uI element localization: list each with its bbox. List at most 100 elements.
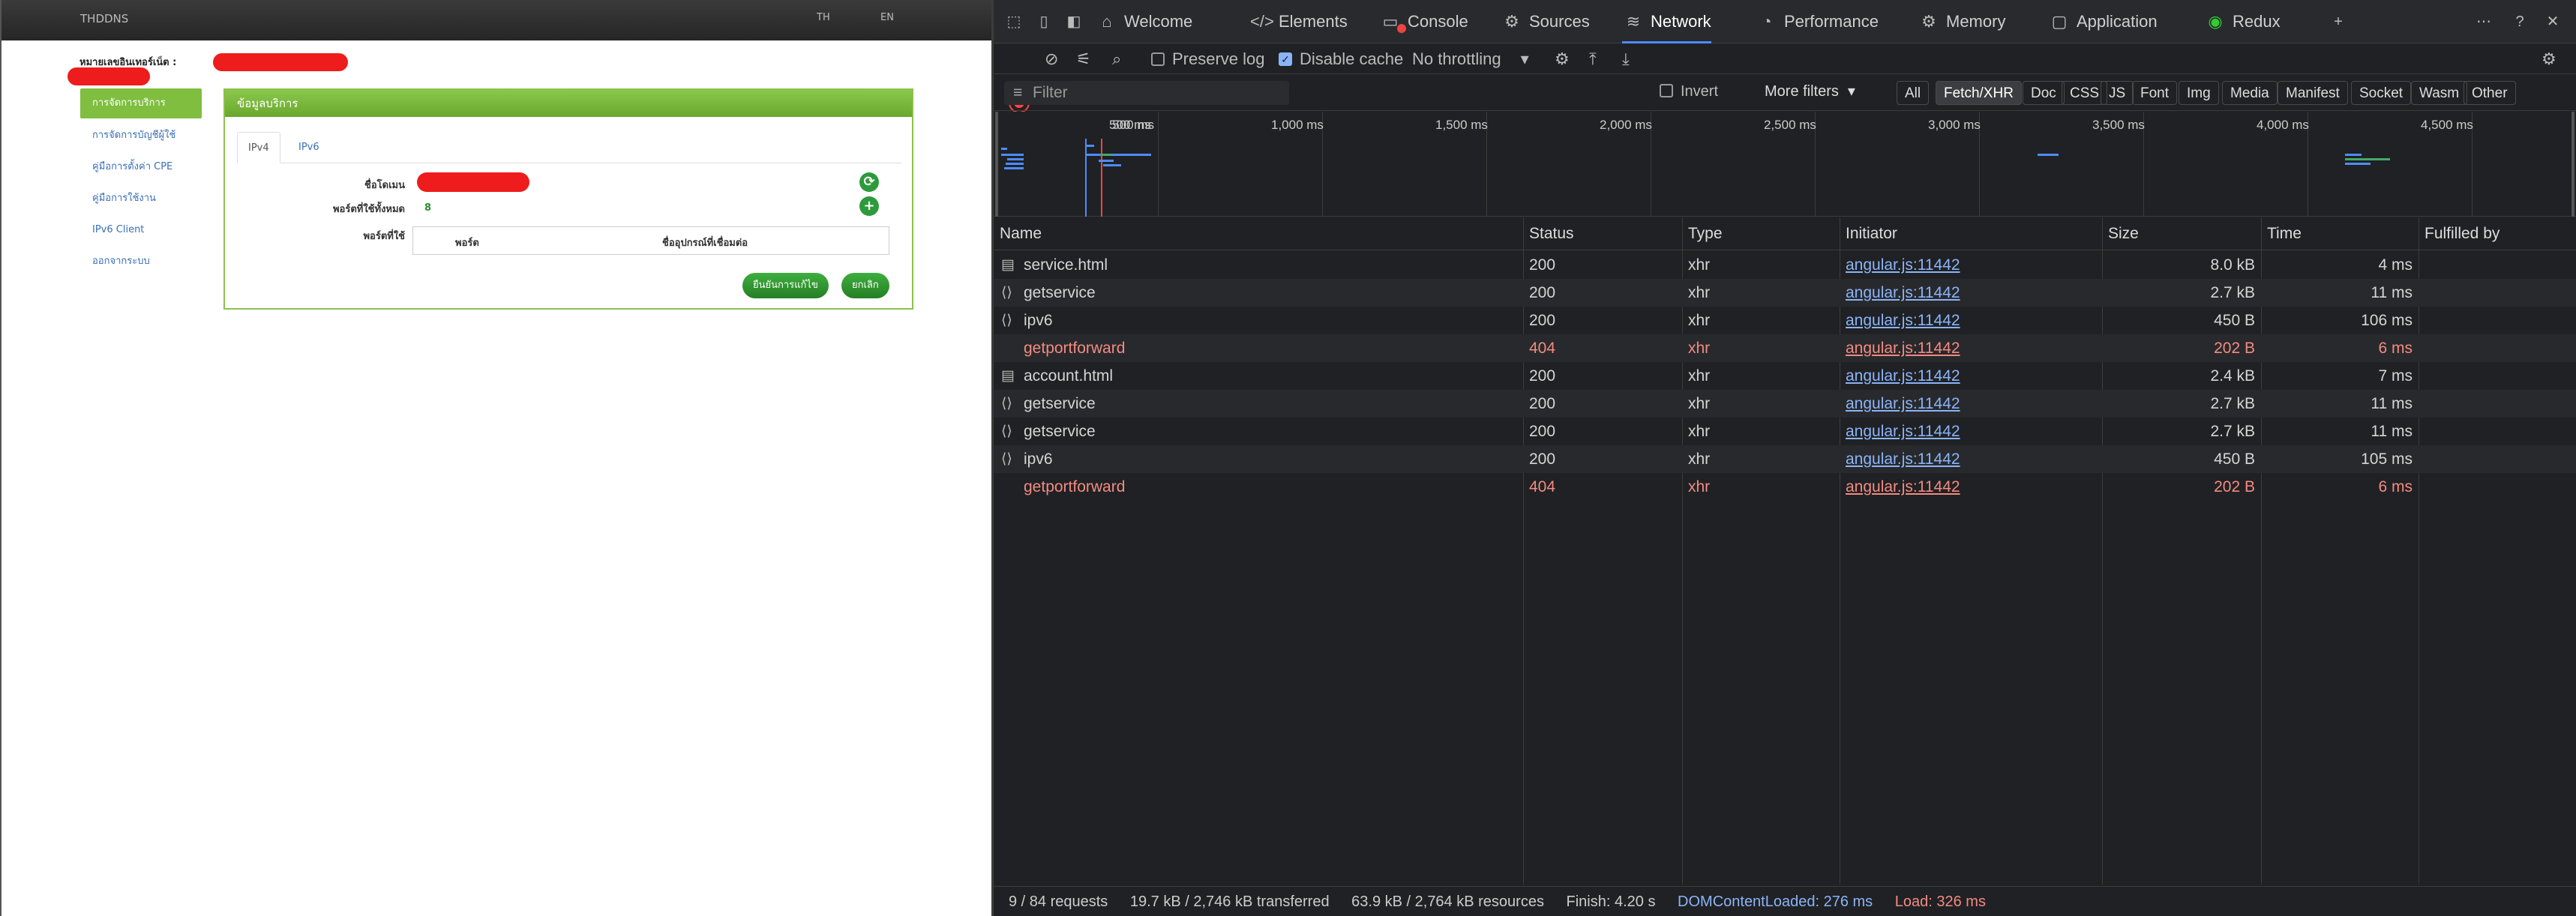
waterfall-bar (2038, 154, 2059, 156)
timeline-tick-label: 3,500 ms (2092, 118, 2145, 132)
column-header-name[interactable]: Name (994, 217, 1042, 250)
timeline-tick-label: 2,500 ms (1764, 118, 1816, 132)
request-initiator[interactable]: angular.js:11442 (1846, 279, 1960, 307)
more-filters-dropdown[interactable]: More filters ▾ (1765, 81, 1855, 102)
request-initiator[interactable]: angular.js:11442 (1846, 334, 1960, 362)
network-conditions-icon[interactable]: ⚙ (1555, 49, 1570, 70)
column-header-size[interactable]: Size (2102, 217, 2139, 250)
request-row[interactable]: ⟨⟩ getservice 200 xhr angular.js:11442 2.7 kB… (994, 279, 2576, 307)
request-row[interactable]: getportforward 404 xhr angular.js:11442 202 … (994, 473, 2576, 501)
site-brand[interactable]: THDDNS (80, 12, 128, 25)
clear-icon[interactable]: ⊘ (1045, 49, 1058, 70)
device-toolbar-icon[interactable]: ▯ (1034, 12, 1054, 31)
tab-label: Elements (1279, 12, 1348, 31)
type-filter-other[interactable]: Other (2464, 81, 2516, 105)
port-column-header: พอร์ต (455, 238, 479, 249)
type-filter-doc[interactable]: Doc (2023, 81, 2065, 105)
settings-gear-icon[interactable]: ⚙ (2542, 49, 2557, 70)
request-initiator[interactable]: angular.js:11442 (1846, 473, 1960, 501)
request-size: 2.7 kB (2210, 423, 2255, 440)
add-tab-icon[interactable]: + (2329, 12, 2348, 31)
disable-cache-checkbox[interactable]: ✓ Disable cache (1279, 49, 1403, 70)
request-row[interactable]: ⟨⟩ ipv6 200 xhr angular.js:11442 450 B 105 ms (994, 445, 2576, 473)
request-type: xhr (1688, 367, 1711, 385)
tab-performance[interactable]: ◔ Performance (1756, 0, 1879, 43)
refresh-icon[interactable]: ⟳ (859, 172, 879, 192)
more-filters-label: More filters (1765, 83, 1839, 100)
timeline-tick: 500 ms (1112, 112, 1159, 217)
home-icon: ⌂ (1102, 12, 1112, 31)
tab-elements[interactable]: </> Elements (1250, 0, 1348, 43)
request-row[interactable]: ▤ service.html 200 xhr angular.js:11442 8.0 k… (994, 251, 2576, 279)
menu-item-cpe-guide[interactable]: คู่มือการตั้งค่า CPE (80, 151, 202, 183)
disable-cache-label: Disable cache (1300, 49, 1404, 68)
request-row[interactable]: getportforward 404 xhr angular.js:11442 202 … (994, 334, 2576, 362)
request-initiator[interactable]: angular.js:11442 (1846, 390, 1960, 418)
request-initiator[interactable]: angular.js:11442 (1846, 307, 1960, 334)
filter-toggle-icon[interactable]: ⚟ (1076, 49, 1091, 70)
throttling-select[interactable]: No throttling ▾ (1412, 49, 1529, 70)
search-icon[interactable]: ⌕ (1112, 49, 1121, 70)
tab-redux[interactable]: ◉ Redux (2204, 0, 2280, 43)
request-name: getportforward (1024, 340, 1126, 357)
timeline-start-handle[interactable] (995, 112, 998, 217)
invert-checkbox[interactable]: Invert (1660, 81, 1718, 102)
import-har-icon[interactable]: ⤒ (1589, 49, 1597, 70)
web-page: THDDNS TH EN หมายเลขอินเทอร์เน็ต : การจั… (0, 0, 991, 916)
redaction-mark (213, 53, 348, 71)
menu-item-service-management[interactable]: การจัดการบริการ (80, 88, 202, 118)
add-port-icon[interactable]: + (859, 196, 879, 216)
more-options-icon[interactable]: ⋯ (2474, 12, 2494, 31)
help-icon[interactable]: ? (2510, 12, 2530, 31)
type-filter-font[interactable]: Font (2132, 81, 2178, 105)
type-filter-all[interactable]: All (1897, 81, 1930, 105)
request-row[interactable]: ⟨⟩ getservice 200 xhr angular.js:11442 2.7 kB… (994, 418, 2576, 445)
tab-ipv4[interactable]: IPv4 (237, 132, 280, 163)
request-initiator[interactable]: angular.js:11442 (1846, 251, 1960, 279)
filter-input[interactable]: ≡ Filter (1004, 81, 1289, 105)
waterfall-bar (1001, 154, 1024, 156)
request-row[interactable]: ▤ account.html 200 xhr angular.js:11442 2.4 k… (994, 362, 2576, 390)
type-filter-socket[interactable]: Socket (2351, 81, 2412, 105)
request-initiator[interactable]: angular.js:11442 (1846, 418, 1960, 445)
request-row[interactable]: ⟨⟩ ipv6 200 xhr angular.js:11442 450 B 106 ms (994, 307, 2576, 334)
type-filter-manifest[interactable]: Manifest (2278, 81, 2348, 105)
timeline-end-handle[interactable] (2572, 112, 2575, 217)
cancel-button[interactable]: ยกเลิก (841, 273, 889, 298)
tab-welcome[interactable]: ⌂ Welcome (1096, 0, 1192, 43)
tab-sources[interactable]: ⚙ Sources (1501, 0, 1590, 43)
request-initiator[interactable]: angular.js:11442 (1846, 362, 1960, 390)
menu-item-user-guide[interactable]: คู่มือการใช้งาน (80, 183, 202, 214)
preserve-log-checkbox[interactable]: Preserve log (1151, 49, 1265, 70)
request-row[interactable]: ⟨⟩ getservice 200 xhr angular.js:11442 2.7 kB… (994, 390, 2576, 418)
column-header-initiator[interactable]: Initiator (1840, 217, 1897, 250)
tab-application[interactable]: ▢ Application (2048, 0, 2158, 43)
tab-ipv6[interactable]: IPv6 (288, 132, 330, 163)
network-overview-timeline[interactable]: 500 ms 500 ms 1,000 ms 1,500 ms 2,000 ms… (994, 112, 2576, 217)
column-header-fulfilled-by[interactable]: Fulfilled by (2419, 217, 2500, 250)
inspect-element-icon[interactable]: ⬚ (1004, 12, 1024, 31)
column-header-type[interactable]: Type (1682, 217, 1723, 250)
menu-item-logout[interactable]: ออกจากระบบ (80, 246, 202, 277)
type-filter-fetch-xhr[interactable]: Fetch/XHR (1936, 81, 2022, 105)
type-filter-js[interactable]: JS (2101, 81, 2134, 105)
menu-item-ipv6-client[interactable]: IPv6 Client (80, 214, 202, 246)
menu-item-account-management[interactable]: การจัดการบัญชีผู้ใช้ (80, 120, 202, 151)
lang-en-link[interactable]: EN (880, 12, 894, 23)
confirm-edit-button[interactable]: ยืนยันการแก้ไข (742, 273, 829, 298)
network-status-bar: 9 / 84 requests 19.7 kB / 2,746 kB trans… (994, 886, 2576, 916)
tab-memory[interactable]: ⚙ Memory (1918, 0, 2005, 43)
type-filter-img[interactable]: Img (2179, 81, 2219, 105)
ip-tabs: IPv4 IPv6 (237, 132, 901, 163)
close-icon[interactable]: ✕ (2543, 12, 2563, 31)
request-initiator[interactable]: angular.js:11442 (1846, 445, 1960, 473)
tab-network[interactable]: ≋ Network (1622, 0, 1711, 43)
dock-side-icon[interactable]: ◧ (1064, 12, 1084, 31)
column-header-status[interactable]: Status (1523, 217, 1574, 250)
type-filter-wasm[interactable]: Wasm (2411, 81, 2468, 105)
type-filter-media[interactable]: Media (2222, 81, 2278, 105)
lang-th-link[interactable]: TH (817, 12, 830, 23)
column-header-time[interactable]: Time (2261, 217, 2302, 250)
export-har-icon[interactable]: ⤓ (1622, 49, 1630, 70)
tab-console[interactable]: ▭ Console (1379, 0, 1468, 43)
